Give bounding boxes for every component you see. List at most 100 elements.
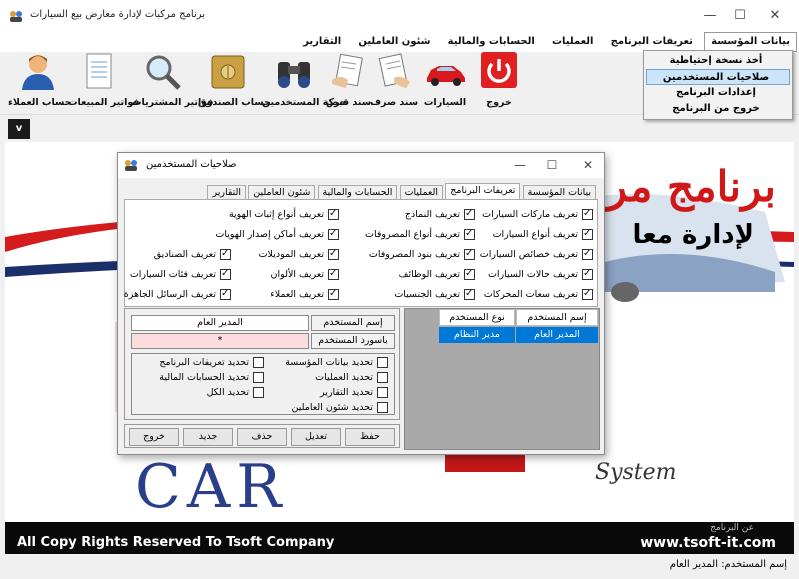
select-employees-option[interactable]: تحديد شئون العاملين <box>292 402 388 416</box>
checkbox[interactable] <box>582 287 593 301</box>
checkbox[interactable] <box>377 372 388 383</box>
select-options-group: تحديد بيانات المؤسسة تحديد تعريفات البرن… <box>131 353 395 415</box>
menu-accounts-finance[interactable]: الحسابات والمالية <box>442 33 541 51</box>
delete-button[interactable]: حذف <box>237 428 287 446</box>
exit-toolbar-button[interactable]: خروج <box>472 52 526 112</box>
menu-item-exit[interactable]: خروج من البرنامج <box>646 101 790 117</box>
close-button[interactable]: ✕ <box>760 6 790 26</box>
status-user-label: إسم المستخدم: <box>721 559 787 570</box>
purchase-invoices-button[interactable]: فواتير المشتريات <box>132 52 213 112</box>
permission-checkbox[interactable]: تعريف أنواع المصروفات <box>365 227 475 244</box>
permission-label: تعريف الوظائف <box>398 269 460 280</box>
checkbox[interactable] <box>464 207 475 221</box>
minimize-button[interactable]: — <box>695 6 725 26</box>
checkbox[interactable] <box>253 387 264 398</box>
permission-checkbox[interactable]: تعريف أنواع إثبات الهوية <box>229 207 339 224</box>
checkbox[interactable] <box>377 357 388 368</box>
permission-checkbox[interactable]: تعريف الألوان <box>270 267 339 284</box>
exit-button[interactable]: خروج <box>129 428 179 446</box>
grid-cell-usertype[interactable]: مدير النظام <box>439 327 515 343</box>
about-link[interactable]: عن البرنامج <box>710 523 754 533</box>
footer-bar: عن البرنامج All Copy Rights Reserved To … <box>5 522 794 554</box>
checkbox[interactable] <box>582 267 593 281</box>
menu-company-data[interactable]: بيانات المؤسسة <box>704 32 797 52</box>
checkbox[interactable] <box>220 247 231 261</box>
cars-toolbar-button[interactable]: السيارات <box>418 52 472 112</box>
menu-item-backup[interactable]: أخذ نسخة إحتياطية <box>646 53 790 69</box>
checkbox[interactable] <box>377 402 388 413</box>
permission-checkbox[interactable]: تعريف سعات المحركات <box>484 287 593 304</box>
checkbox[interactable] <box>464 267 475 281</box>
permission-checkbox[interactable]: تعريف ماركات السيارات <box>482 207 593 224</box>
collapse-button[interactable]: v <box>8 119 30 139</box>
checkbox[interactable] <box>220 267 231 281</box>
grid-header-usertype[interactable]: نوع المستخدم <box>439 309 515 326</box>
checkbox[interactable] <box>464 227 475 241</box>
checkbox[interactable] <box>328 247 339 261</box>
option-label: تحديد تعريفات البرنامج <box>159 357 249 368</box>
customer-account-button[interactable]: حساب العملاء <box>8 52 72 112</box>
checkbox[interactable] <box>328 207 339 221</box>
permission-label: تعريف الألوان <box>270 269 324 280</box>
permission-label: تعريف حالات السيارات <box>487 269 578 280</box>
select-reports-option[interactable]: تحديد التقارير <box>320 387 388 401</box>
password-field[interactable]: * <box>131 333 309 349</box>
checkbox[interactable] <box>253 357 264 368</box>
permission-checkbox[interactable]: تعريف أماكن إصدار الهويات <box>215 227 339 244</box>
checkbox[interactable] <box>328 267 339 281</box>
checkbox[interactable] <box>328 287 339 301</box>
sales-invoices-label: فواتير المبيعات <box>68 97 140 108</box>
dialog-close-button[interactable]: ✕ <box>574 156 602 174</box>
company-data-dropdown: أخذ نسخة إحتياطية صلاحيات المستخدمين إعد… <box>643 50 793 120</box>
checkbox[interactable] <box>582 227 593 241</box>
select-finance-option[interactable]: تحديد الحسابات المالية <box>159 372 264 386</box>
payment-voucher-button[interactable]: سند صرف <box>370 52 418 112</box>
select-definitions-option[interactable]: تحديد تعريفات البرنامج <box>159 357 264 371</box>
checkbox[interactable] <box>464 287 475 301</box>
menu-item-user-permissions[interactable]: صلاحيات المستخدمين <box>646 69 790 85</box>
permission-checkbox[interactable]: تعريف الوظائف <box>398 267 475 284</box>
username-field[interactable]: المدير العام <box>131 315 309 331</box>
permission-checkbox[interactable]: تعريف حالات السيارات <box>487 267 593 284</box>
permission-checkbox[interactable]: تعريف خصائص السيارات <box>480 247 593 264</box>
checkbox[interactable] <box>582 207 593 221</box>
checkbox[interactable] <box>328 227 339 241</box>
grid-header-username[interactable]: إسم المستخدم <box>516 309 598 326</box>
safe-icon <box>211 55 245 89</box>
menu-employee-affairs[interactable]: شئون العاملين <box>352 33 436 51</box>
dialog-app-icon <box>125 160 137 171</box>
permission-checkbox[interactable]: تعريف بنود المصروفات <box>369 247 475 264</box>
users-activity-button[interactable]: حركة المستخدمين <box>262 52 347 112</box>
permission-checkbox[interactable]: تعريف فئات السيارات <box>130 267 231 284</box>
menu-reports[interactable]: التقارير <box>297 33 347 51</box>
menu-item-settings[interactable]: إعدادات البرنامج <box>646 85 790 101</box>
car-icon <box>427 66 465 86</box>
permission-checkbox[interactable]: تعريف الجنسيات <box>394 287 475 304</box>
checkbox[interactable] <box>253 372 264 383</box>
checkbox[interactable] <box>464 247 475 261</box>
select-operations-option[interactable]: تحديد العمليات <box>315 372 388 386</box>
select-all-option[interactable]: تحديد الكل <box>207 387 264 401</box>
grid-cell-username[interactable]: المدير العام <box>516 327 598 343</box>
menu-program-definitions[interactable]: تعريفات البرنامج <box>605 33 699 51</box>
dialog-maximize-button[interactable]: ☐ <box>538 156 566 174</box>
maximize-button[interactable]: ☐ <box>725 6 755 26</box>
permission-checkbox[interactable]: تعريف العملاء <box>270 287 339 304</box>
save-button[interactable]: حفظ <box>345 428 395 446</box>
permission-checkbox[interactable]: تعريف الموديلات <box>259 247 339 264</box>
permission-checkbox[interactable]: تعريف الصناديق <box>154 247 231 264</box>
new-button[interactable]: جديد <box>183 428 233 446</box>
permission-checkbox[interactable]: تعريف الرسائل الجاهزة <box>124 287 231 304</box>
dialog-minimize-button[interactable]: — <box>506 156 534 174</box>
background-title: برنامج مر <box>606 162 776 211</box>
option-label: تحديد العمليات <box>315 372 373 383</box>
select-company-data-option[interactable]: تحديد بيانات المؤسسة <box>285 357 388 371</box>
checkbox[interactable] <box>220 287 231 301</box>
sales-invoices-button[interactable]: فواتير المبيعات <box>68 52 140 112</box>
menu-operations[interactable]: العمليات <box>546 33 600 51</box>
permission-checkbox[interactable]: تعريف النماذج <box>405 207 475 224</box>
checkbox[interactable] <box>377 387 388 398</box>
permission-checkbox[interactable]: تعريف أنواع السيارات <box>493 227 593 244</box>
checkbox[interactable] <box>582 247 593 261</box>
edit-button[interactable]: تعديل <box>291 428 341 446</box>
